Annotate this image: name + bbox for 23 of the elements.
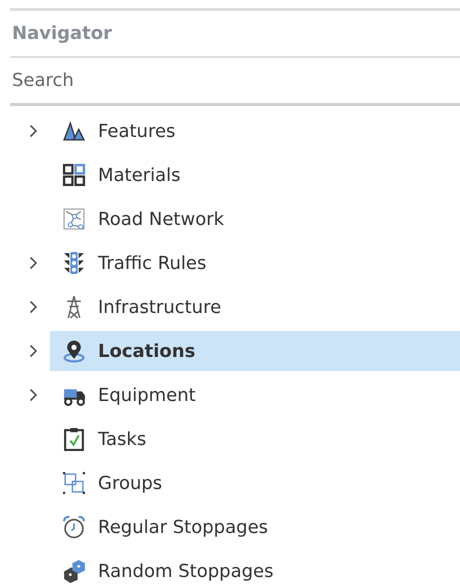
item-label: Locations xyxy=(98,340,196,362)
tree-item[interactable]: Random Stoppages xyxy=(50,551,460,585)
item-label: Equipment xyxy=(98,384,196,406)
tree-item[interactable]: Equipment xyxy=(50,375,460,415)
item-label: Regular Stoppages xyxy=(98,516,268,538)
item-label: Tasks xyxy=(98,428,146,450)
item-label: Groups xyxy=(98,472,162,494)
panel-title: Navigator xyxy=(11,23,112,44)
tree-item[interactable]: Features xyxy=(50,111,460,151)
item-label: Random Stoppages xyxy=(98,560,274,582)
tree-item[interactable]: Locations xyxy=(50,331,460,371)
item-label: Traffic Rules xyxy=(98,252,206,274)
tree-item[interactable]: Regular Stoppages xyxy=(50,507,460,547)
item-label: Features xyxy=(98,120,176,142)
tree-item[interactable]: Tasks xyxy=(50,419,460,459)
item-label: Infrastructure xyxy=(98,296,222,318)
tree-item[interactable]: Traffic Rules xyxy=(50,243,460,283)
tree-item[interactable]: Materials xyxy=(50,155,460,195)
tree-item[interactable]: Groups xyxy=(50,463,460,503)
tree-item[interactable]: Road Network xyxy=(50,199,460,239)
item-label: Materials xyxy=(98,164,181,186)
item-label: Road Network xyxy=(98,208,224,230)
tree-item[interactable]: Infrastructure xyxy=(50,287,460,327)
